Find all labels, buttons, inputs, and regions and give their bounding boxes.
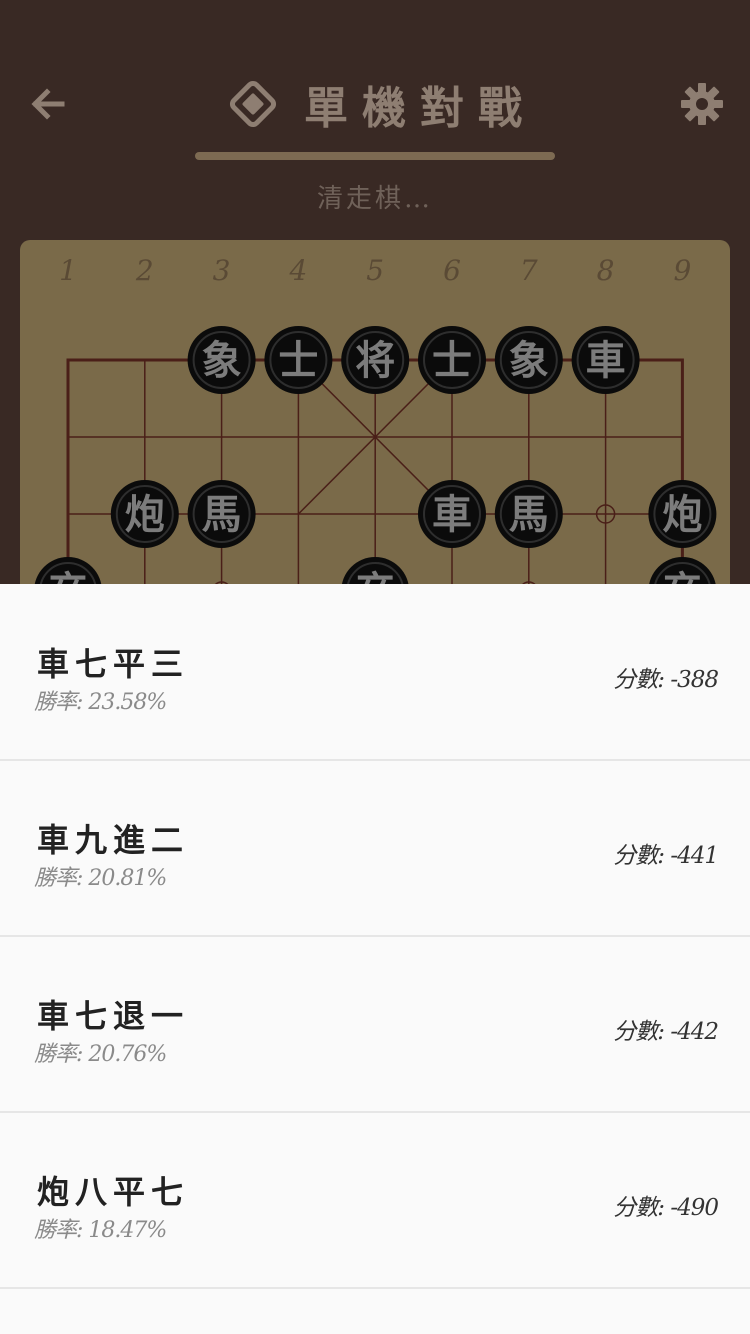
move-notation: 車九進二 bbox=[37, 821, 190, 859]
back-button[interactable] bbox=[26, 82, 70, 126]
page-title-text: 單機對戰 bbox=[304, 83, 536, 134]
chess-piece[interactable]: 車 bbox=[418, 480, 486, 548]
piece-label: 士 bbox=[432, 337, 472, 384]
piece-label: 馬 bbox=[509, 491, 549, 538]
move-suggestions-panel: 車七平三 勝率: 23.58% 分數: -388 車九進二 勝率: 20.81%… bbox=[0, 584, 750, 1334]
gear-icon bbox=[681, 83, 723, 125]
piece-label: 士 bbox=[278, 337, 318, 384]
file-number-label: 4 bbox=[288, 254, 307, 287]
page-title: 單機對戰 bbox=[228, 72, 536, 136]
move-notation: 炮八平七 bbox=[37, 1173, 190, 1211]
piece-label: 将 bbox=[355, 337, 395, 384]
file-number-label: 5 bbox=[366, 254, 384, 287]
file-number-label: 3 bbox=[213, 254, 231, 287]
chess-piece[interactable]: 士 bbox=[264, 326, 333, 394]
file-number-label: 7 bbox=[520, 254, 538, 287]
file-number-label: 1 bbox=[59, 254, 77, 287]
chess-piece[interactable]: 象 bbox=[187, 326, 256, 394]
move-win-rate: 勝率: 23.58% bbox=[34, 690, 167, 715]
piece-label: 馬 bbox=[202, 491, 242, 538]
move-score: 分數: -388 bbox=[613, 667, 719, 693]
move-suggestion-item[interactable]: 車七退一 勝率: 20.76% 分數: -442 bbox=[0, 936, 750, 1113]
chess-piece[interactable]: 炮 bbox=[110, 480, 179, 548]
engine-status-text: 清走棋… bbox=[316, 184, 433, 214]
piece-label: 炮 bbox=[662, 491, 702, 538]
arrow-left-icon bbox=[31, 88, 65, 120]
piece-label: 車 bbox=[432, 491, 472, 538]
file-number-label: 2 bbox=[135, 254, 154, 287]
chess-piece[interactable]: 馬 bbox=[494, 480, 563, 548]
move-suggestion-item[interactable]: 車七平三 勝率: 23.58% 分數: -388 bbox=[0, 584, 750, 761]
piece-label: 炮 bbox=[125, 491, 165, 538]
move-notation: 車七退一 bbox=[37, 997, 190, 1035]
move-win-rate: 勝率: 20.76% bbox=[34, 1042, 167, 1067]
piece-label: 車 bbox=[586, 337, 626, 384]
chess-piece[interactable]: 士 bbox=[418, 326, 486, 394]
piece-label: 象 bbox=[509, 337, 549, 384]
thinking-progress-bar bbox=[195, 152, 555, 160]
app-header: 單機對戰 清走棋… bbox=[0, 0, 750, 240]
file-number-label: 9 bbox=[673, 254, 691, 287]
move-win-rate: 勝率: 18.47% bbox=[34, 1218, 167, 1243]
move-suggestion-item[interactable]: 炮八平七 勝率: 18.47% 分數: -490 bbox=[0, 1112, 750, 1289]
chess-piece[interactable]: 炮 bbox=[648, 480, 717, 548]
move-score: 分數: -442 bbox=[613, 1019, 719, 1045]
chess-piece[interactable]: 象 bbox=[494, 326, 563, 394]
chess-piece[interactable]: 将 bbox=[341, 326, 410, 394]
settings-button[interactable] bbox=[680, 82, 724, 126]
move-score: 分數: -441 bbox=[613, 843, 719, 869]
file-number-label: 6 bbox=[443, 254, 461, 287]
piece-label: 象 bbox=[202, 337, 242, 384]
chess-piece[interactable]: 車 bbox=[571, 326, 640, 394]
diamond-logo-icon bbox=[229, 80, 277, 128]
board-canvas[interactable]: 123456789象士将士象車炮馬車馬炮卒卒卒 bbox=[20, 240, 730, 600]
chess-piece[interactable]: 馬 bbox=[187, 480, 256, 548]
move-suggestion-item[interactable]: 車九進二 勝率: 20.81% 分數: -441 bbox=[0, 760, 750, 937]
chess-board[interactable]: 123456789象士将士象車炮馬車馬炮卒卒卒 bbox=[20, 240, 730, 600]
move-win-rate: 勝率: 20.81% bbox=[34, 866, 167, 891]
move-notation: 車七平三 bbox=[37, 645, 190, 683]
file-number-label: 8 bbox=[597, 254, 615, 287]
move-score: 分數: -490 bbox=[613, 1195, 719, 1221]
